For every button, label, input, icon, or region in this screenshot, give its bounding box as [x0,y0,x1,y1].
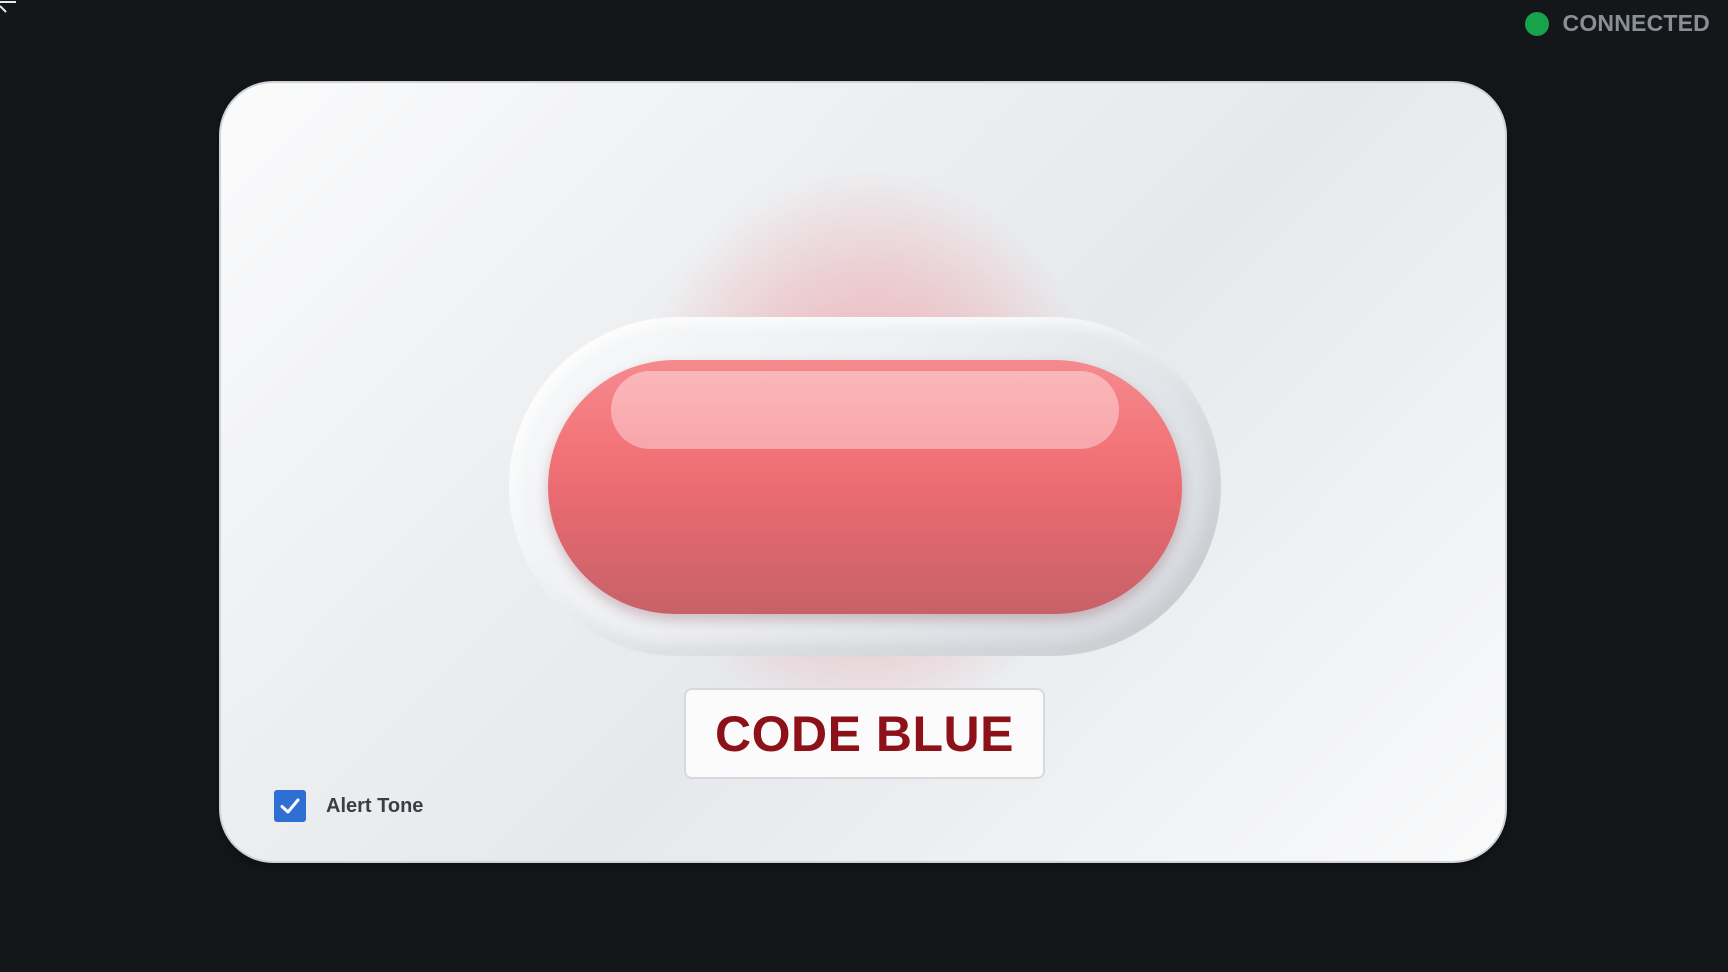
status-dot-icon [1524,11,1549,36]
checkmark-icon [280,798,300,814]
code-label: CODE BLUE [684,688,1045,779]
code-blue-button[interactable] [548,360,1182,614]
alert-tone-checkbox[interactable] [274,790,306,822]
alert-tone-toggle[interactable]: Alert Tone [274,790,423,822]
alert-tone-label: Alert Tone [326,794,424,817]
menu-icon[interactable] [0,0,18,18]
button-highlight [611,371,1119,449]
status-label: CONNECTED [1562,10,1710,36]
connection-status: CONNECTED [1524,10,1710,37]
